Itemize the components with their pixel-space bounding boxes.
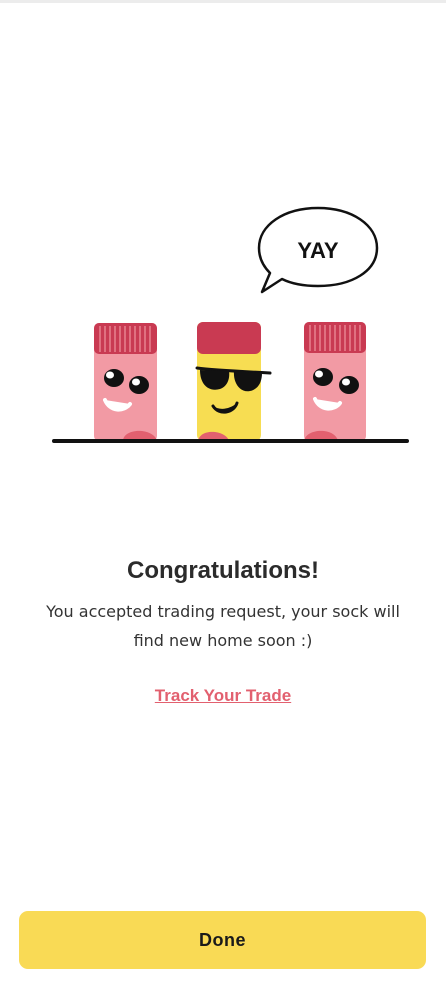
celebration-illustration: YAY	[52, 206, 409, 443]
congratulations-title: Congratulations!	[127, 557, 319, 584]
message-line-2: find new home soon :)	[133, 631, 313, 650]
pink-sock-left	[94, 323, 157, 441]
yellow-sock-middle	[195, 322, 272, 441]
top-divider	[0, 0, 446, 3]
pink-sock-right	[304, 322, 366, 441]
confirmation-message: You accepted trading request, your sock …	[20, 597, 426, 655]
speech-bubble: YAY	[257, 206, 379, 294]
message-line-1: You accepted trading request, your sock …	[46, 602, 400, 621]
speech-bubble-text: YAY	[297, 238, 339, 263]
done-button[interactable]: Done	[19, 911, 426, 969]
track-trade-link[interactable]: Track Your Trade	[0, 686, 446, 706]
